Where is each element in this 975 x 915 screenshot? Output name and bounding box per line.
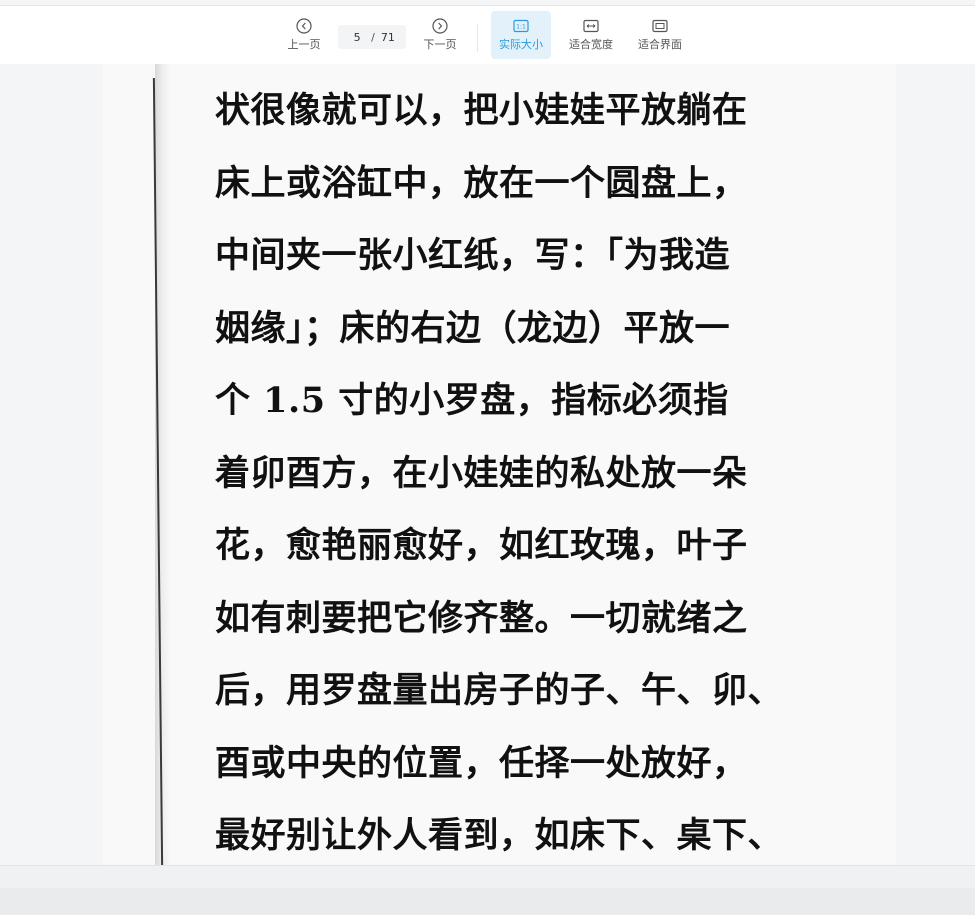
text-line: 个 1.5 寸的小罗盘，指标必须指 <box>215 380 729 421</box>
text-line: 如有刺要把它修齐整。一切就绪之 <box>215 597 748 639</box>
current-page-input[interactable]: 5 <box>349 31 365 44</box>
text-line: 床上或浴缸中，放在一个圆盘上， <box>215 162 748 204</box>
svg-text:1:1: 1:1 <box>516 24 526 31</box>
fit-screen-button[interactable]: 适合界面 <box>632 11 688 59</box>
toolbar-divider <box>477 24 478 52</box>
total-pages: 71 <box>380 30 395 44</box>
next-page-button[interactable]: 下一页 <box>420 11 460 59</box>
viewer-toolbar: 上一页 5 / 71 下一页 1:1 实际大小 适合宽度 适合界面 <box>0 6 975 64</box>
bottom-bar <box>0 865 975 915</box>
actual-size-label: 实际大小 <box>499 38 543 51</box>
text-line: 状很像就可以，把小娃娃平放躺在 <box>215 90 748 131</box>
text-line: 后，用罗盘量出房子的子、午、卯、 <box>215 670 784 711</box>
text-line: 花，愈艳丽愈好，如红玫瑰，叶子 <box>215 525 748 566</box>
chevron-right-circle-icon <box>432 18 448 34</box>
fit-width-label: 适合宽度 <box>569 38 613 51</box>
next-page-label: 下一页 <box>423 38 457 51</box>
document-page: 状很像就可以，把小娃娃平放躺在 床上或浴缸中，放在一个圆盘上， 中间夹一张小红纸… <box>103 64 896 865</box>
page-text-block: 状很像就可以，把小娃娃平放躺在 床上或浴缸中，放在一个圆盘上， 中间夹一张小红纸… <box>215 86 825 865</box>
bottom-strip <box>0 888 975 915</box>
text-line: 中间夹一张小红纸，写：「为我造 <box>215 235 731 276</box>
fit-screen-icon <box>652 19 668 33</box>
prev-page-label: 上一页 <box>287 38 321 51</box>
text-line: 姻缘」；床的右边（龙边）平放一 <box>215 307 731 349</box>
prev-page-button[interactable]: 上一页 <box>284 11 324 59</box>
text-line: 最好别让外人看到，如床下、桌下、 <box>215 815 784 856</box>
page-separator: / <box>371 30 375 44</box>
fit-width-button[interactable]: 适合宽度 <box>563 11 619 59</box>
page-indicator: 5 / 71 <box>338 25 406 49</box>
text-line: 酉或中央的位置，任择一处放好， <box>215 742 748 784</box>
fit-screen-label: 适合界面 <box>638 38 682 51</box>
actual-size-button[interactable]: 1:1 实际大小 <box>491 11 551 59</box>
chevron-left-circle-icon <box>296 18 312 34</box>
fit-width-icon <box>583 19 599 33</box>
actual-size-icon: 1:1 <box>513 19 529 33</box>
document-viewport[interactable]: 状很像就可以，把小娃娃平放躺在 床上或浴缸中，放在一个圆盘上， 中间夹一张小红纸… <box>0 64 975 865</box>
text-line: 着卯酉方，在小娃娃的私处放一朵 <box>215 452 748 494</box>
